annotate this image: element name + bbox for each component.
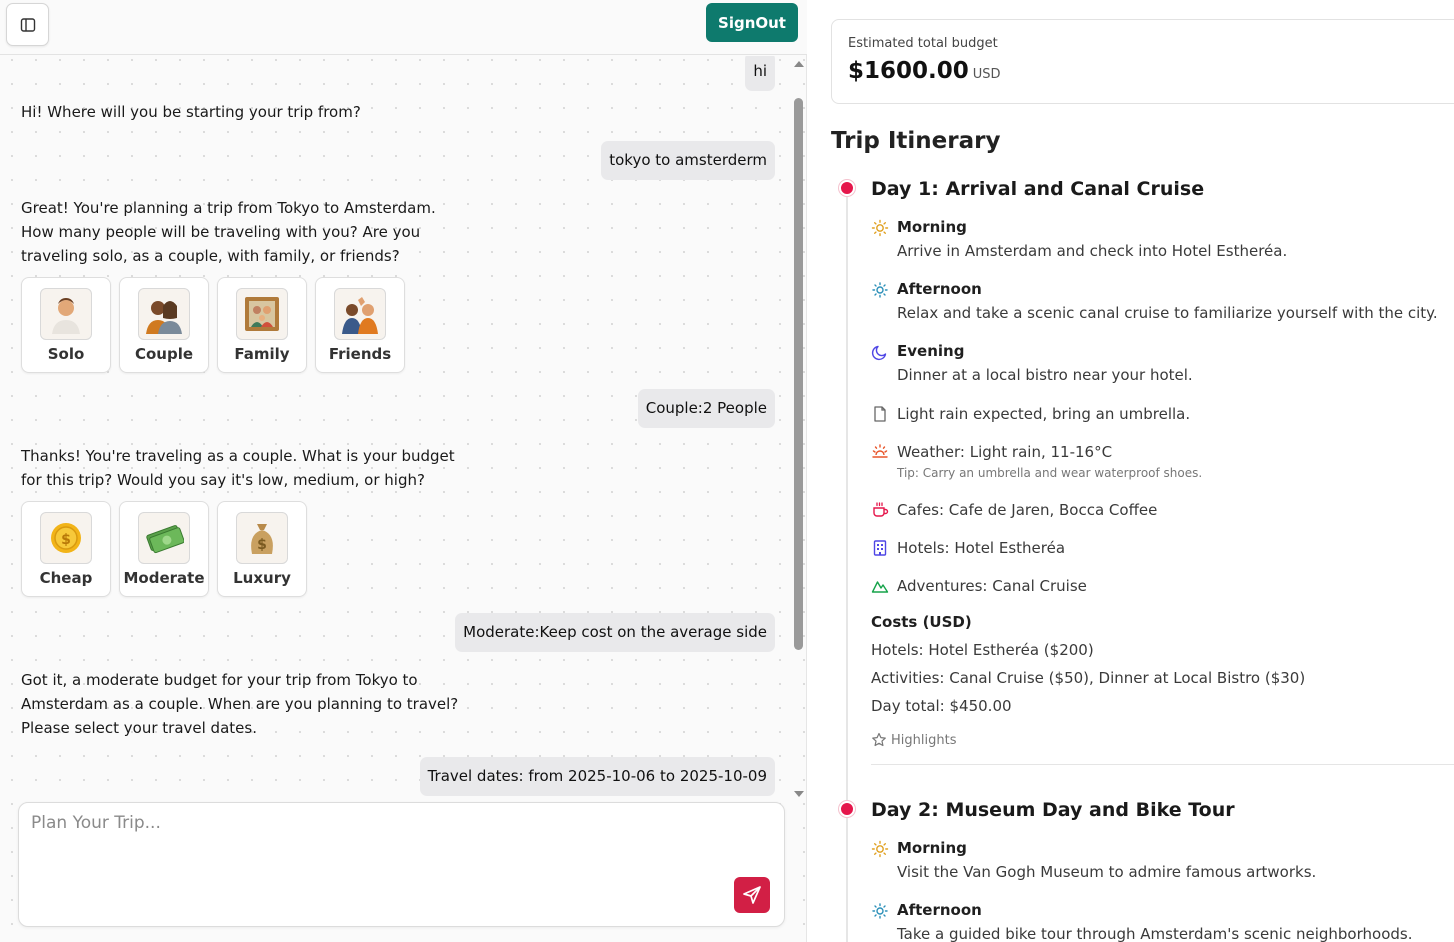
cafes-row: Cafes: Cafe de Jaren, Bocca Coffee bbox=[871, 499, 1157, 521]
user-message: hi bbox=[745, 56, 775, 91]
weather-sun-icon bbox=[872, 444, 888, 458]
hotels-row: Hotels: Hotel Estheréa bbox=[871, 537, 1065, 559]
user-message: Moderate:Keep cost on the average side bbox=[455, 613, 775, 652]
user-message: tokyo to amsterderm bbox=[601, 141, 775, 180]
svg-text:$: $ bbox=[61, 532, 71, 548]
star-icon bbox=[872, 732, 886, 747]
option-luxury[interactable]: $ Luxury bbox=[217, 501, 307, 597]
day-title: Day 2: Museum Day and Bike Tour bbox=[871, 799, 1235, 821]
sun-icon bbox=[871, 840, 889, 858]
money-bag-icon: $ bbox=[236, 511, 288, 564]
plan-trip-input[interactable] bbox=[31, 813, 731, 873]
itinerary-panel: Estimated total budget $1600.00 USD Trip … bbox=[808, 0, 1454, 942]
user-message: Couple:2 People bbox=[637, 389, 775, 428]
assistant-message: Hi! Where will you be starting your trip… bbox=[21, 103, 361, 121]
coin-icon: $ bbox=[40, 511, 92, 564]
svg-text:$: $ bbox=[257, 537, 267, 553]
slot-afternoon: Afternoon Relax and take a scenic canal c… bbox=[871, 279, 1438, 323]
costs-heading: Costs (USD) bbox=[871, 613, 972, 631]
note-icon bbox=[874, 406, 886, 422]
day-divider bbox=[871, 764, 1454, 765]
message-composer bbox=[18, 802, 785, 927]
option-couple[interactable]: Couple bbox=[119, 277, 209, 373]
day-title: Day 1: Arrival and Canal Cruise bbox=[871, 178, 1205, 200]
assistant-message: Thanks! You're traveling as a couple. Wh… bbox=[21, 447, 455, 489]
group-options: Solo Couple Family Friends bbox=[21, 277, 405, 373]
user-message: Travel dates: from 2025-10-06 to 2025-10… bbox=[419, 757, 775, 796]
signout-button[interactable]: SignOut bbox=[706, 3, 798, 42]
highlights-toggle[interactable]: Highlights bbox=[871, 732, 956, 748]
sun-icon bbox=[871, 219, 889, 237]
coffee-cup-icon bbox=[873, 502, 889, 517]
budget-card: Estimated total budget $1600.00 USD bbox=[831, 19, 1454, 104]
moon-icon bbox=[871, 345, 887, 361]
hotel-building-icon bbox=[873, 540, 887, 556]
option-moderate[interactable]: Moderate bbox=[119, 501, 209, 597]
scroll-down-arrow-icon[interactable] bbox=[794, 791, 804, 797]
friends-icon bbox=[334, 287, 386, 340]
slot-evening: Evening Dinner at a local bistro near you… bbox=[871, 341, 1193, 385]
sun-icon bbox=[872, 903, 888, 919]
slot-morning: Morning Visit the Van Gogh Museum to admi… bbox=[871, 838, 1316, 882]
timeline-dot bbox=[839, 801, 855, 817]
itinerary-title: Trip Itinerary bbox=[831, 128, 1001, 154]
budget-options: $ Cheap Moderate $ Luxury bbox=[21, 501, 307, 597]
slot-afternoon: Afternoon Take a guided bike tour through… bbox=[871, 900, 1412, 942]
mountain-icon bbox=[871, 581, 889, 593]
cost-hotels: Hotels: Hotel Estheréa ($200) bbox=[871, 641, 1094, 659]
send-icon bbox=[743, 886, 761, 904]
option-family[interactable]: Family bbox=[217, 277, 307, 373]
scroll-up-arrow-icon[interactable] bbox=[794, 61, 804, 67]
adventures-row: Adventures: Canal Cruise bbox=[871, 575, 1087, 597]
day-total: Day total: $450.00 bbox=[871, 697, 1012, 715]
send-button[interactable] bbox=[734, 877, 770, 913]
top-bar: SignOut bbox=[0, 0, 807, 55]
budget-label: Estimated total budget bbox=[848, 36, 998, 51]
family-icon bbox=[236, 287, 288, 340]
cost-activities: Activities: Canal Cruise ($50), Dinner a… bbox=[871, 669, 1306, 687]
weather-row: Weather: Light rain, 11-16°C Tip: Carry a… bbox=[871, 441, 1202, 480]
sun-icon bbox=[872, 282, 888, 298]
cash-icon bbox=[138, 511, 190, 564]
couple-icon bbox=[138, 287, 190, 340]
chat-panel: SignOut hi Hi! Where will you be startin… bbox=[0, 0, 807, 942]
scrollbar-thumb[interactable] bbox=[794, 98, 803, 650]
budget-currency: USD bbox=[972, 67, 1001, 82]
toggle-sidebar-button[interactable] bbox=[6, 3, 49, 46]
chat-scrollbar[interactable] bbox=[790, 56, 807, 801]
timeline-dot bbox=[839, 180, 855, 196]
assistant-message: Got it, a moderate budget for your trip … bbox=[21, 671, 459, 737]
note-row: Light rain expected, bring an umbrella. bbox=[871, 403, 1190, 425]
budget-amount: $1600.00 USD bbox=[848, 58, 1001, 84]
option-solo[interactable]: Solo bbox=[21, 277, 111, 373]
option-friends[interactable]: Friends bbox=[315, 277, 405, 373]
sidebar-icon bbox=[20, 17, 35, 32]
slot-morning: Morning Arrive in Amsterdam and check int… bbox=[871, 217, 1287, 261]
chat-messages: hi Hi! Where will you be starting your t… bbox=[0, 56, 790, 798]
assistant-message: Great! You're planning a trip from Tokyo… bbox=[21, 199, 436, 265]
option-cheap[interactable]: $ Cheap bbox=[21, 501, 111, 597]
timeline-line bbox=[846, 188, 848, 942]
person-icon bbox=[40, 287, 92, 340]
